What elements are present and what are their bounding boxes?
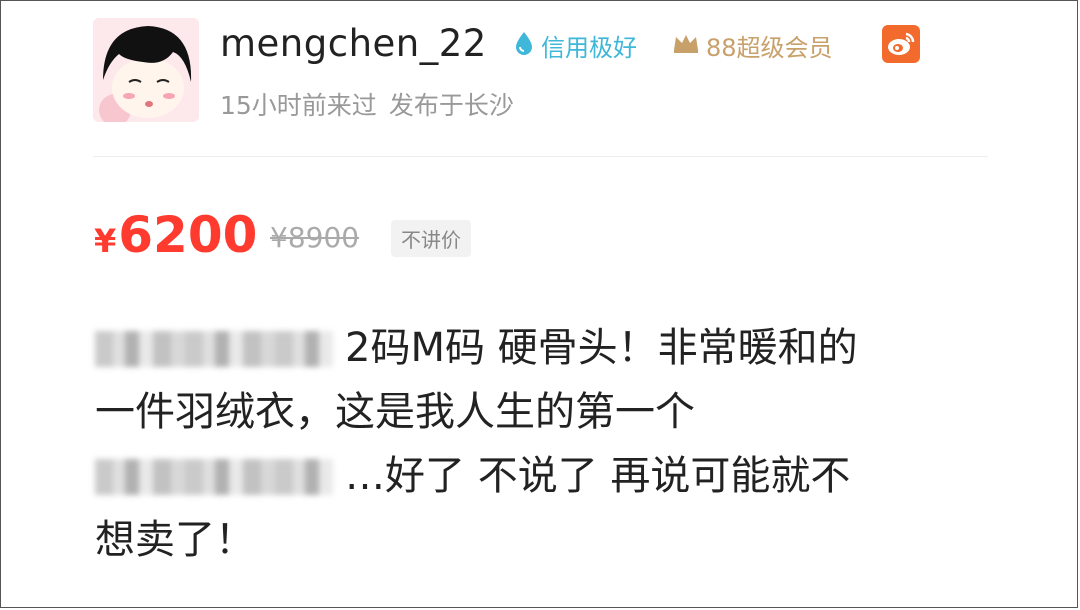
description-text: …好了 不说了 再说可能就不 bbox=[345, 453, 851, 499]
item-description: 2码M码 硬骨头！非常暖和的 一件羽绒衣，这是我人生的第一个 …好了 不说了 再… bbox=[95, 316, 995, 572]
post-location: 发布于长沙 bbox=[388, 91, 514, 120]
seller-meta: 15小时前来过 发布于长沙 bbox=[220, 86, 514, 122]
vip-badge[interactable]: 88超级会员 bbox=[672, 28, 833, 63]
price-value: 6200 bbox=[118, 206, 258, 264]
currency-symbol: ¥ bbox=[94, 222, 117, 260]
description-text: 2码M码 硬骨头！非常暖和的 bbox=[345, 325, 858, 371]
credit-badge[interactable]: 信用极好 bbox=[513, 28, 637, 63]
original-price: ¥8900 bbox=[270, 221, 360, 254]
description-line: 一件羽绒衣，这是我人生的第一个 bbox=[95, 389, 695, 435]
description-line: 2码M码 硬骨头！非常暖和的 bbox=[95, 316, 995, 380]
last-seen: 15小时前来过 bbox=[220, 91, 377, 120]
price: ¥6200 bbox=[94, 206, 257, 264]
vip-badge-label: 88超级会员 bbox=[706, 34, 833, 62]
description-line: …好了 不说了 再说可能就不 bbox=[95, 444, 995, 508]
blurred-text bbox=[95, 459, 333, 495]
seller-username[interactable]: mengchen_22 bbox=[220, 22, 487, 65]
crown-icon bbox=[672, 32, 700, 60]
description-line: 想卖了！ bbox=[95, 517, 255, 563]
water-drop-icon bbox=[513, 30, 535, 62]
divider bbox=[93, 156, 988, 157]
blurred-text bbox=[95, 331, 333, 367]
credit-badge-label: 信用极好 bbox=[541, 34, 637, 62]
weibo-icon[interactable] bbox=[882, 25, 920, 63]
seller-avatar[interactable] bbox=[93, 18, 199, 122]
no-bargain-tag: 不讲价 bbox=[391, 220, 471, 257]
